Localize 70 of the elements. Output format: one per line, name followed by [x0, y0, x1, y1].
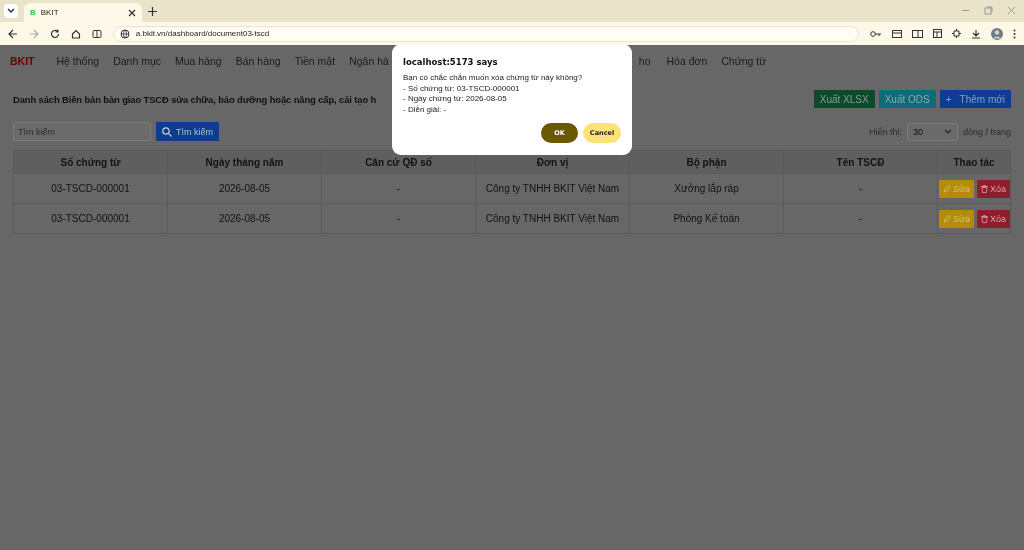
action-button[interactable]: Xuất XLSX [813, 90, 875, 108]
card-icon[interactable] [892, 29, 902, 38]
address-bar[interactable]: a.bkit.vn/dashboard/document03-tscd [112, 25, 859, 42]
pencil-icon [943, 214, 951, 223]
nav-item[interactable]: Ngân hà [349, 55, 389, 67]
action-button[interactable]: + Thêm mới [939, 90, 1011, 108]
column-header: Bộ phận [629, 150, 784, 174]
avatar-icon[interactable] [991, 27, 1003, 40]
globe-icon [119, 28, 130, 39]
nav-item[interactable]: Danh mục [113, 55, 161, 67]
download-icon[interactable] [971, 28, 981, 39]
key-icon[interactable] [870, 29, 882, 38]
column-header: Tên TSCĐ [783, 150, 938, 174]
dialog-title: localhost:5173 says [403, 57, 499, 67]
new-tab-icon[interactable] [148, 7, 157, 16]
back-icon[interactable] [8, 28, 18, 39]
table-cell: - [783, 203, 938, 234]
edit-button[interactable]: Sửa [939, 209, 975, 228]
url-text: a.bkit.vn/dashboard/document03-tscd [135, 29, 270, 38]
home-icon[interactable] [70, 28, 81, 39]
table-cell: - [783, 173, 938, 204]
column-header: Thao tác [937, 150, 1011, 174]
extension-icon[interactable] [952, 29, 961, 38]
table-cell: 2026-08-05 [167, 203, 322, 234]
nav-item[interactable]: Hệ thống [56, 55, 100, 67]
dialog-message: Bạn có chắc chắn muốn xóa chứng từ này không? [403, 73, 584, 84]
action-button[interactable]: Xuất ODS [878, 90, 936, 108]
table-cell: Công ty TNHH BKIT Việt Nam [475, 203, 630, 234]
tab-title: BKIT [40, 8, 60, 17]
chevron-down-icon [7, 8, 15, 14]
layout-icon[interactable] [933, 29, 942, 38]
pencil-icon [943, 184, 951, 193]
nav-item[interactable]: Hóa đơn [666, 55, 708, 67]
table-cell: Phòng Kế toán [629, 203, 784, 234]
page-title: Danh sách Biên bản bàn giao TSCĐ sửa chữa, bảo dưỡng hoặc nâng cấp, cải tạo h [13, 93, 377, 105]
table-cell: 2026-08-05 [167, 173, 322, 204]
table-cell: - [321, 203, 476, 234]
nav-item[interactable]: Chứng từ [721, 55, 767, 67]
nav-item[interactable]: Bán hàng [235, 55, 281, 67]
table-cell: 03-TSCD-000001 [13, 203, 168, 234]
nav-item[interactable]: Tiền mặt [294, 55, 336, 67]
edit-button[interactable]: Sửa [939, 179, 975, 198]
trash-icon [981, 214, 989, 223]
trash-icon [981, 184, 989, 193]
menu-icon[interactable] [1013, 28, 1016, 39]
table-cell: 03-TSCD-000001 [13, 173, 168, 204]
browser-tab[interactable]: B BKIT [24, 3, 142, 22]
dialog-message: - Số chứng từ: 03-TSCD-000001 [403, 83, 521, 95]
search-button[interactable]: Tìm kiếm [156, 122, 219, 141]
reader-icon[interactable] [912, 29, 923, 38]
favicon: B [30, 8, 36, 17]
delete-button[interactable]: Xóa [977, 179, 1011, 198]
page-size-select[interactable]: 30 [906, 122, 958, 141]
search-icon [162, 126, 172, 137]
column-header: Số chứng từ [13, 150, 168, 174]
nav-item[interactable]: Mua hàng [175, 55, 222, 67]
table-cell: Công ty TNHH BKIT Việt Nam [475, 173, 630, 204]
close-icon[interactable] [128, 8, 136, 17]
dialog-message: - Diễn giải: - [403, 104, 448, 116]
split-view-icon[interactable] [91, 28, 102, 39]
table-cell: Xưởng lắp ráp [629, 173, 784, 204]
nav-item[interactable]: ho [638, 55, 651, 67]
chevron-down-icon [943, 129, 952, 134]
reload-icon[interactable] [49, 28, 60, 39]
tab-list-button[interactable] [4, 4, 18, 18]
brand-logo[interactable]: BKIT [10, 55, 35, 67]
column-header: Ngày tháng năm [167, 150, 322, 174]
dialog-message: - Ngày chứng từ: 2026-08-05 [403, 94, 508, 105]
table-cell: - [321, 173, 476, 204]
delete-button[interactable]: Xóa [977, 209, 1011, 228]
